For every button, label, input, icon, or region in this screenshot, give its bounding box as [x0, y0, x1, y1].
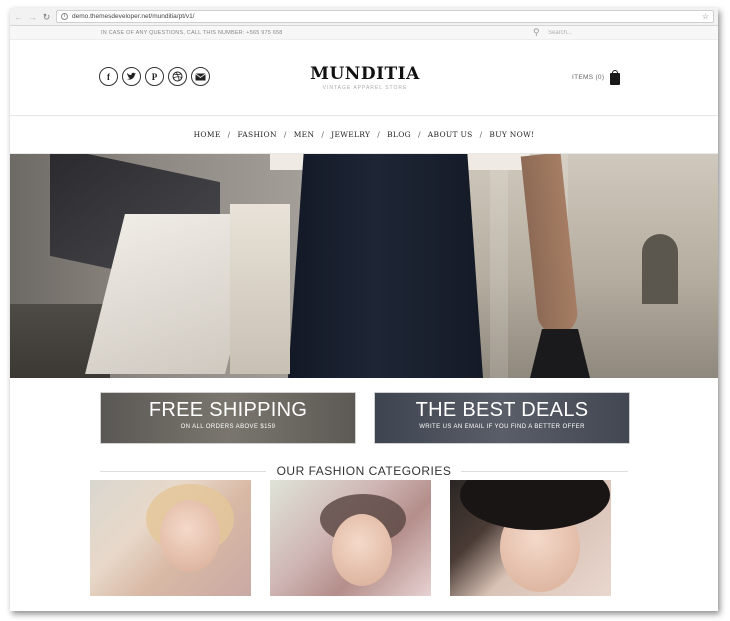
url-text[interactable]: demo.themesdeveloper.net/munditia/pt/v1/ — [72, 13, 698, 20]
tile-hair — [460, 480, 610, 530]
nav-item-blog[interactable]: BLOG — [387, 130, 411, 139]
search-icon[interactable]: ⚲ — [533, 27, 540, 38]
nav-separator: / — [479, 130, 483, 139]
site-header: f P MUNDITIA VINTAGE APPAREL STORE ITEMS… — [10, 40, 718, 116]
top-info-bar: IN CASE OF ANY QUESTIONS, CALL THIS NUMB… — [10, 26, 718, 40]
address-bar[interactable]: i demo.themesdeveloper.net/munditia/pt/v… — [56, 10, 714, 23]
promo-title: FREE SHIPPING — [148, 399, 308, 421]
nav-item-about-us[interactable]: ABOUT US — [428, 130, 473, 139]
nav-separator: / — [283, 130, 287, 139]
nav-item-fashion[interactable]: FASHION — [237, 130, 276, 139]
logo-title: MUNDITIA — [310, 64, 420, 84]
nav-item-men[interactable]: MEN — [294, 130, 315, 139]
category-tile[interactable] — [270, 480, 431, 596]
nav-item-home[interactable]: HOME — [194, 130, 221, 139]
tile-face — [160, 500, 220, 572]
category-tile[interactable] — [450, 480, 611, 596]
free-shipping-banner[interactable]: FREE SHIPPING ON ALL ORDERS ABOVE $159 — [100, 392, 356, 444]
divider — [456, 471, 628, 472]
nav-separator: / — [377, 130, 381, 139]
contact-phone-text: IN CASE OF ANY QUESTIONS, CALL THIS NUMB… — [101, 30, 283, 36]
hero-window — [642, 234, 678, 304]
shopping-bag-icon[interactable] — [610, 70, 621, 85]
nav-separator: / — [227, 130, 231, 139]
back-icon[interactable]: ← — [14, 10, 23, 24]
category-tile[interactable] — [90, 480, 251, 596]
reload-icon[interactable]: ↻ — [42, 10, 51, 24]
info-icon[interactable]: i — [61, 13, 68, 20]
social-links: f P — [99, 67, 210, 86]
dribbble-icon[interactable] — [168, 67, 187, 86]
hero-skirt — [288, 154, 483, 378]
divider — [100, 471, 266, 472]
best-deals-banner[interactable]: THE BEST DEALS WRITE US AN EMAIL IF YOU … — [374, 392, 630, 444]
promo-subtitle: WRITE US AN EMAIL IF YOU FIND A BETTER O… — [419, 424, 585, 430]
hero-banner-image — [10, 154, 718, 378]
nav-item-buy-now[interactable]: BUY NOW! — [489, 130, 534, 139]
hero-shopping-bag — [230, 204, 290, 374]
promo-banners: FREE SHIPPING ON ALL ORDERS ABOVE $159 T… — [10, 378, 718, 456]
logo-tagline: VINTAGE APPAREL STORE — [322, 85, 408, 91]
nav-separator: / — [417, 130, 421, 139]
promo-title: THE BEST DEALS — [415, 399, 589, 421]
pinterest-icon[interactable]: P — [145, 67, 164, 86]
categories-title: OUR FASHION CATEGORIES — [266, 464, 462, 478]
cart-widget[interactable]: ITEMS (0) — [572, 70, 621, 85]
nav-separator: / — [321, 130, 325, 139]
promo-subtitle: ON ALL ORDERS ABOVE $159 — [180, 424, 276, 430]
tile-face — [332, 514, 392, 586]
mail-icon[interactable] — [191, 67, 210, 86]
facebook-icon[interactable]: f — [99, 67, 118, 86]
browser-toolbar: ← → ↻ i demo.themesdeveloper.net/munditi… — [10, 8, 718, 26]
cart-items-label[interactable]: ITEMS (0) — [572, 74, 604, 81]
search-input[interactable] — [548, 28, 626, 38]
category-tiles — [90, 480, 611, 596]
main-navigation: HOME / FASHION / MEN / JEWELRY / BLOG / … — [10, 116, 718, 154]
nav-item-jewelry[interactable]: JEWELRY — [331, 130, 370, 139]
forward-icon[interactable]: → — [28, 10, 37, 24]
hero-column — [490, 154, 508, 378]
site-logo[interactable]: MUNDITIA VINTAGE APPAREL STORE — [270, 64, 460, 91]
bookmark-star-icon[interactable]: ☆ — [702, 12, 709, 21]
twitter-icon[interactable] — [122, 67, 141, 86]
